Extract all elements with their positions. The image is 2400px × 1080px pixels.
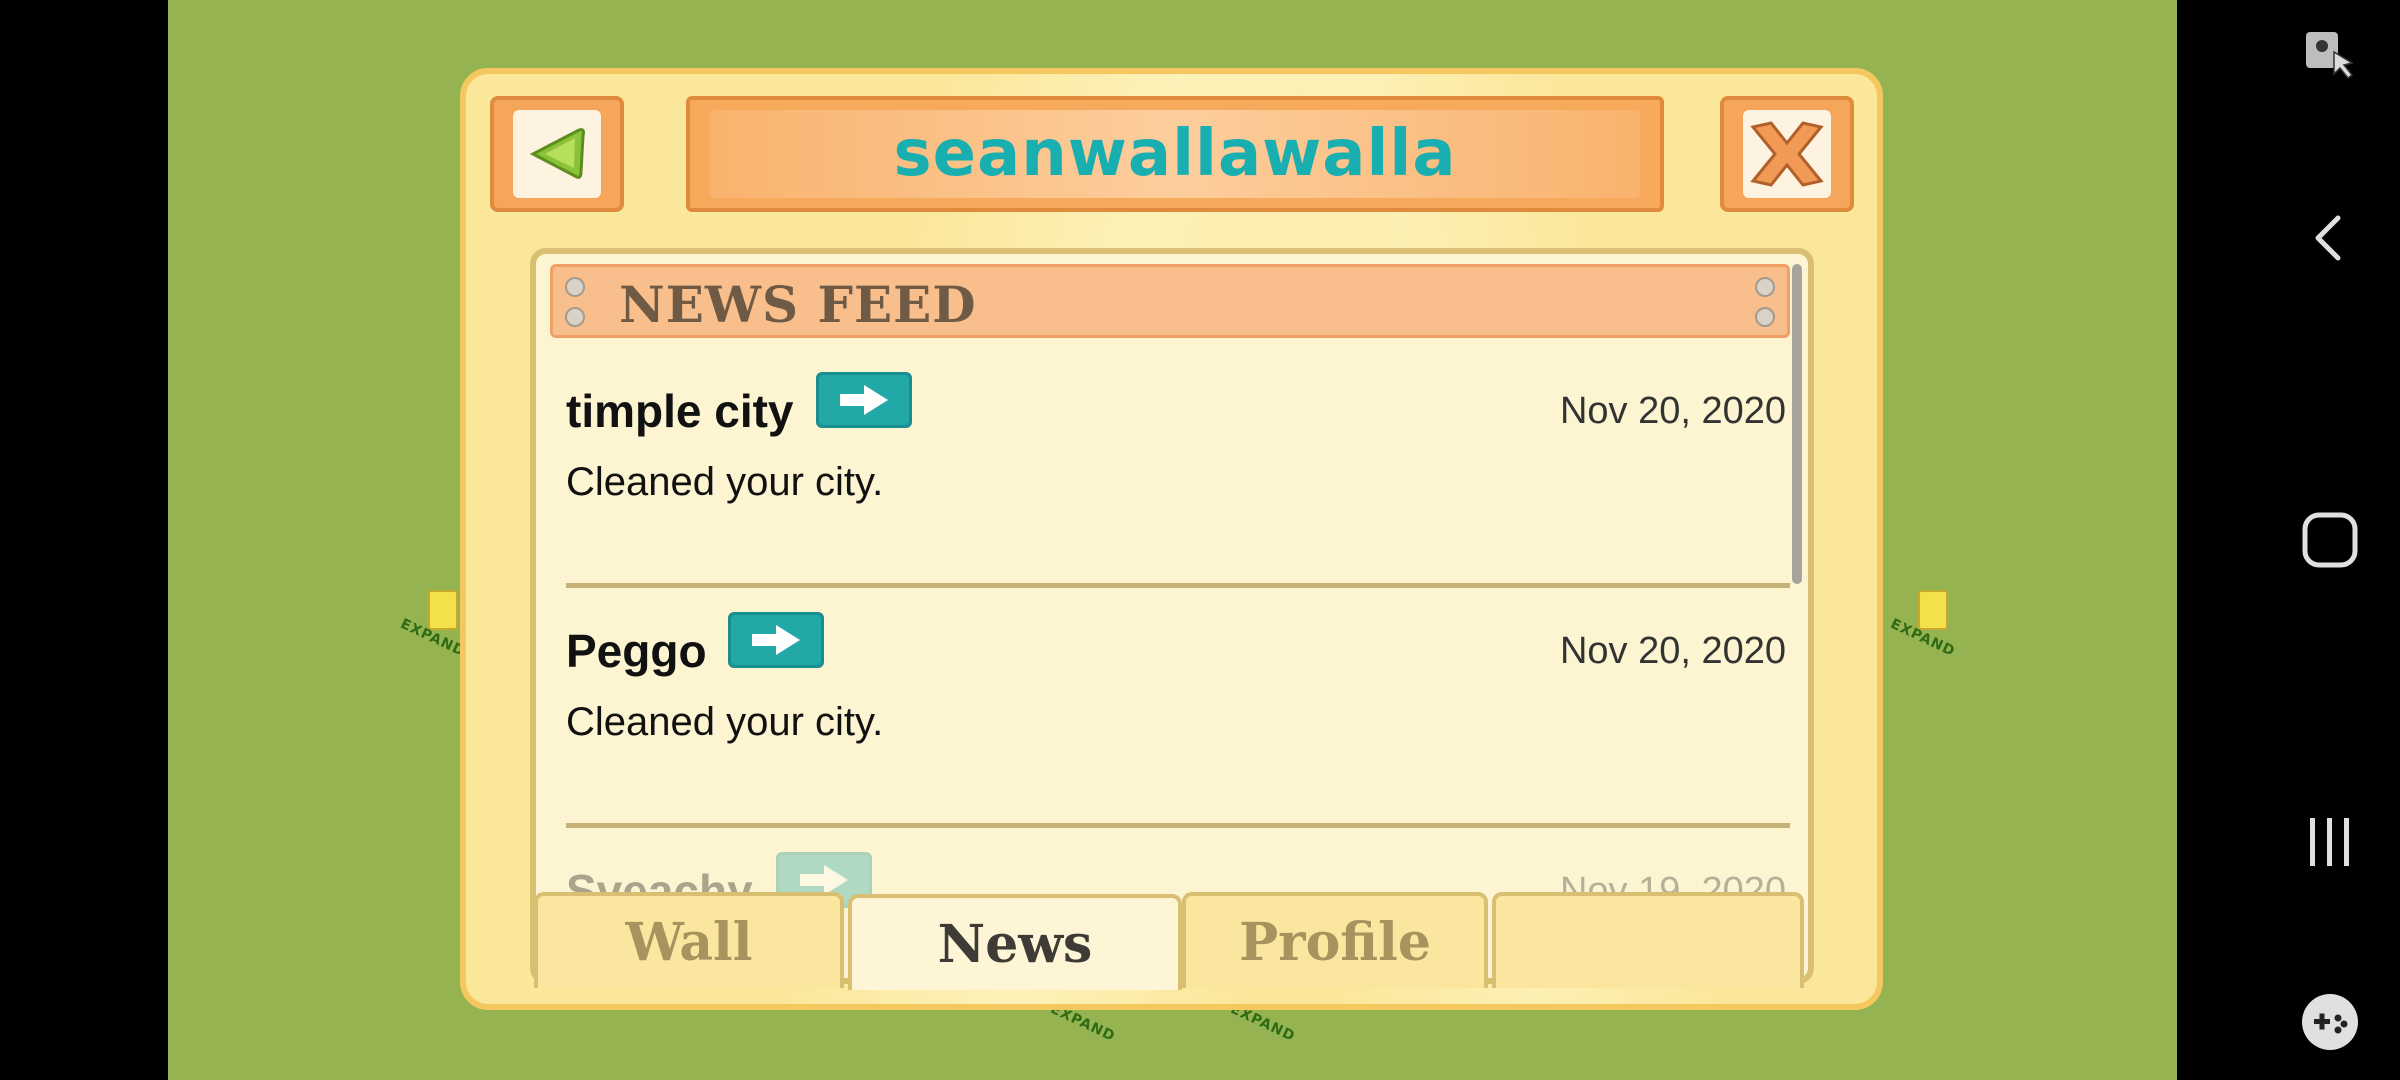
tab-profile[interactable]: Profile (1182, 892, 1488, 988)
feed-item-name: timple city (566, 385, 794, 437)
triangle-left-icon (529, 128, 585, 179)
close-button-face (1743, 110, 1831, 198)
feed-item-text: Cleaned your city. (566, 460, 884, 504)
arrow-right-icon (752, 625, 800, 655)
feed-item: Peggo Nov 20, 2020 Cleaned your city. (566, 588, 1790, 828)
news-feed-header: NEWS FEED (550, 264, 1790, 338)
bolt-icon (1755, 277, 1775, 297)
profile-dialog: seanwallawalla NEWS FEED timple city Nov… (460, 68, 1883, 1010)
back-nav-icon[interactable] (2300, 208, 2360, 268)
feed-item-text: Cleaned your city. (566, 700, 884, 744)
expand-flag-bottom-right[interactable]: EXPAND (1228, 1001, 1298, 1075)
accessibility-icon[interactable] (2300, 26, 2360, 86)
feed-item-name: Peggo (566, 625, 707, 677)
news-feed-title: NEWS FEED (619, 275, 977, 334)
visit-button[interactable] (816, 372, 912, 428)
flag-icon (428, 590, 458, 630)
expand-flag-right[interactable]: EXPAND (1888, 590, 1958, 660)
feed-scrollbar[interactable] (1792, 264, 1802, 584)
bolt-icon (1755, 307, 1775, 327)
x-icon (1750, 121, 1824, 187)
feed-item-date: Nov 20, 2020 (1559, 390, 1786, 432)
game-tools-icon[interactable] (2300, 992, 2360, 1052)
expand-flag-bottom-left[interactable]: EXPAND (1048, 1001, 1118, 1075)
home-nav-icon[interactable] (2300, 510, 2360, 570)
tab-empty[interactable] (1492, 892, 1804, 988)
recents-nav-icon[interactable] (2300, 812, 2360, 872)
page-title: seanwallawalla (893, 117, 1457, 191)
feed-item-date: Nov 20, 2020 (1559, 630, 1786, 672)
back-button[interactable] (490, 96, 624, 212)
bolt-icon (565, 277, 585, 297)
feed-item: timple city Nov 20, 2020 Cleaned your ci… (566, 348, 1790, 588)
letterbox-left (0, 0, 168, 1080)
title-bar: seanwallawalla (686, 96, 1664, 212)
close-button[interactable] (1720, 96, 1854, 212)
tab-news[interactable]: News (848, 894, 1182, 990)
tab-bar: Wall News Profile (534, 892, 1814, 992)
arrow-right-icon (840, 385, 888, 415)
bolt-icon (565, 307, 585, 327)
news-feed-panel: NEWS FEED timple city Nov 20, 2020 Clean… (530, 248, 1814, 984)
visit-button[interactable] (728, 612, 824, 668)
back-button-face (513, 110, 601, 198)
tab-wall[interactable]: Wall (534, 892, 844, 988)
system-navigation-bar (2177, 0, 2400, 1080)
expand-flag-left[interactable]: EXPAND (398, 590, 468, 660)
flag-icon (1918, 590, 1948, 630)
